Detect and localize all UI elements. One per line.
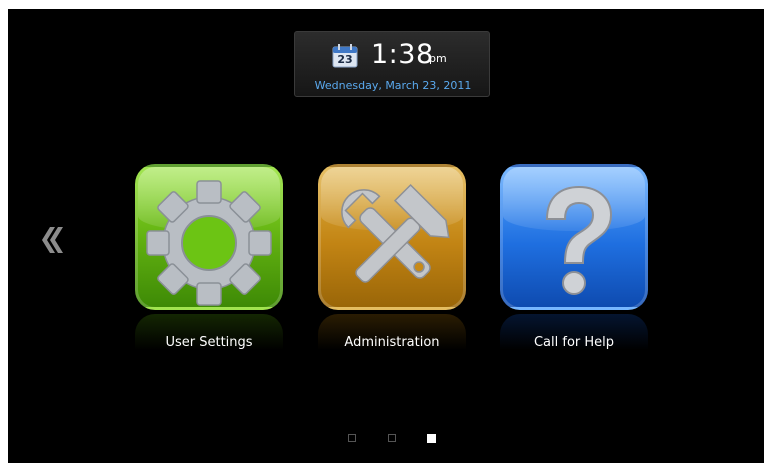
clock-date: Wednesday, March 23, 2011 [314,79,472,92]
tile-user-settings[interactable]: User Settings [134,164,284,354]
tile-administration-button[interactable] [318,164,466,310]
tile-call-for-help-label: Call for Help [533,335,615,350]
page-indicator [346,432,446,446]
page-dot-2[interactable] [388,434,396,442]
tile-administration-label: Administration [344,335,440,350]
tile-user-settings-button[interactable] [135,164,283,310]
clock-widget[interactable]: 23 1:38 pm Wednesday, March 23, 2011 [294,31,490,97]
clock-time: 1:38 [371,39,434,70]
tile-call-for-help-button[interactable] [500,164,648,310]
calendar-icon: 23 [332,44,358,68]
calendar-day: 23 [337,53,353,66]
hammer-wrench-icon [341,183,450,283]
gear-icon [146,180,272,306]
tile-call-for-help[interactable]: Call for Help [499,164,649,354]
chevron-left-icon[interactable] [38,225,64,255]
page-dot-1[interactable] [348,434,356,442]
clock-ampm: pm [429,52,447,65]
home-screen: 23 1:38 pm Wednesday, March 23, 2011 Use… [8,9,764,463]
question-mark-icon [545,185,613,295]
tile-administration[interactable]: Administration [317,164,467,354]
tile-user-settings-label: User Settings [165,335,253,350]
page-dot-3[interactable] [427,434,436,443]
